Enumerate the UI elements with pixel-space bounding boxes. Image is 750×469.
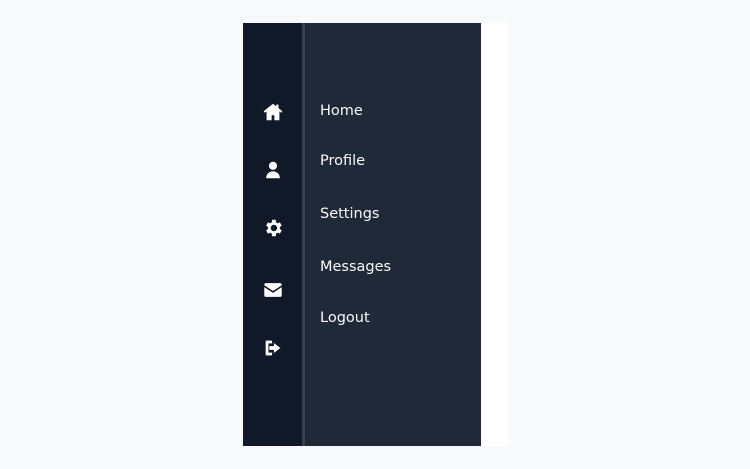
sidebar: Home Profile Settings Messages Logout	[243, 23, 481, 446]
sidebar-item-settings[interactable]: Settings	[320, 203, 379, 225]
sidebar-item-profile[interactable]: Profile	[320, 150, 365, 172]
icon-rail	[243, 23, 302, 446]
gear-icon[interactable]	[259, 214, 287, 242]
envelope-icon[interactable]	[259, 276, 287, 304]
sidebar-item-logout[interactable]: Logout	[320, 307, 370, 329]
sign-out-icon[interactable]	[259, 334, 287, 362]
sidebar-item-home[interactable]: Home	[320, 100, 363, 122]
page: Home Profile Settings Messages Logout	[0, 0, 750, 469]
content-edge	[481, 23, 508, 446]
home-icon[interactable]	[259, 98, 287, 126]
sidebar-item-messages[interactable]: Messages	[320, 256, 391, 278]
user-icon[interactable]	[259, 156, 287, 184]
sidebar-menu: Home Profile Settings Messages Logout	[305, 23, 481, 446]
